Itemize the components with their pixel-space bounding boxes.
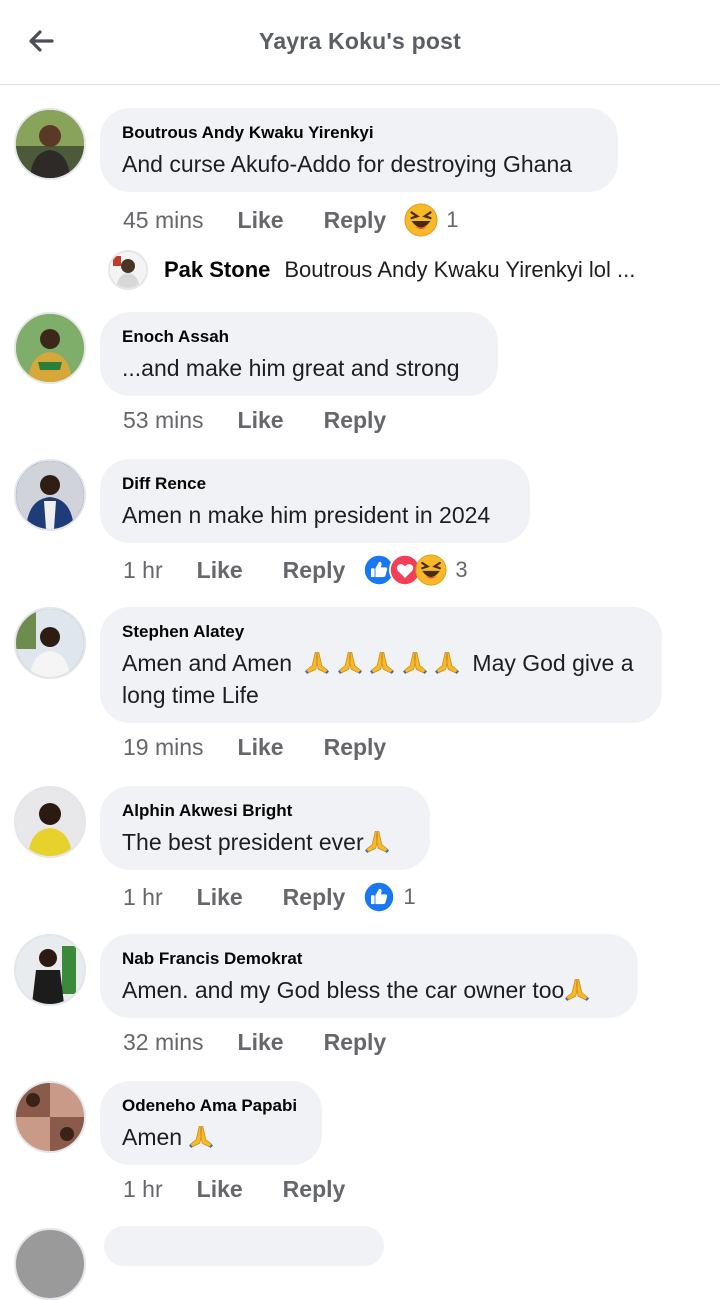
comment-bubble: Boutrous Andy Kwaku Yirenkyi And curse A…: [100, 108, 618, 192]
folded-hands-icon: [338, 650, 362, 674]
reaction-summary[interactable]: 3: [363, 554, 468, 586]
profile-photo-icon: [16, 1083, 84, 1151]
reply-preview[interactable]: Pak Stone Boutrous Andy Kwaku Yirenkyi l…: [108, 250, 635, 290]
comment-text-start: Amen and Amen: [122, 650, 293, 676]
reply-text: Boutrous Andy Kwaku Yirenkyi lol ...: [284, 257, 636, 282]
like-button[interactable]: Like: [238, 1029, 284, 1056]
avatar[interactable]: [108, 250, 148, 290]
like-button[interactable]: Like: [238, 407, 284, 434]
reaction-summary[interactable]: 1: [404, 203, 458, 237]
commenter-name[interactable]: Alphin Akwesi Bright: [122, 801, 408, 821]
comment-text: ...and make him great and strong: [122, 355, 460, 381]
reply-button[interactable]: Reply: [324, 1029, 387, 1056]
folded-hands-icon: [370, 650, 394, 674]
commenter-name[interactable]: Diff Rence: [122, 474, 508, 494]
avatar[interactable]: [14, 786, 86, 858]
comment-time[interactable]: 1 hr: [123, 884, 163, 911]
profile-photo-icon: [16, 609, 84, 677]
commenter-name[interactable]: Nab Francis Demokrat: [122, 949, 616, 969]
like-button[interactable]: Like: [197, 884, 243, 911]
profile-photo-icon: [16, 788, 84, 856]
comment-text: The best president ever: [122, 829, 390, 855]
avatar[interactable]: [14, 934, 86, 1006]
like-reaction-icon: [363, 881, 395, 913]
comment-text-body: The best president ever: [122, 829, 364, 855]
folded-hands-icon: [189, 1124, 213, 1148]
comment-text: Amen and Amen May God give a long time L…: [122, 647, 640, 711]
avatar[interactable]: [14, 1081, 86, 1153]
comment-text-end: long time Life: [122, 682, 259, 708]
like-button[interactable]: Like: [238, 207, 284, 234]
reply-author[interactable]: Pak Stone: [164, 257, 270, 283]
comment-time[interactable]: 45 mins: [123, 207, 204, 234]
comment-time[interactable]: 1 hr: [123, 1176, 163, 1203]
folded-hands-icon: [403, 650, 427, 674]
reply-button[interactable]: Reply: [283, 1176, 346, 1203]
commenter-name[interactable]: Enoch Assah: [122, 327, 476, 347]
reply-button[interactable]: Reply: [283, 884, 346, 911]
folded-hands-icon: [365, 829, 389, 853]
comment-bubble: Enoch Assah ...and make him great and st…: [100, 312, 498, 396]
comment-text-body: Amen. and my God bless the car owner too: [122, 977, 565, 1003]
reply-button[interactable]: Reply: [324, 207, 387, 234]
comment-bubble: Diff Rence Amen n make him president in …: [100, 459, 530, 543]
comment-bubble: [104, 1226, 384, 1266]
comment-actions: 1 hr Like Reply: [123, 1176, 385, 1203]
profile-photo-icon: [16, 461, 84, 529]
comment-actions: 53 mins Like Reply: [123, 407, 426, 434]
like-button[interactable]: Like: [197, 1176, 243, 1203]
comment-bubble: Nab Francis Demokrat Amen. and my God bl…: [100, 934, 638, 1018]
like-button[interactable]: Like: [197, 557, 243, 584]
comment-bubble: Odeneho Ama Papabi Amen: [100, 1081, 322, 1165]
comment-bubble: Alphin Akwesi Bright The best president …: [100, 786, 430, 870]
reaction-summary[interactable]: 1: [363, 881, 416, 913]
comment-bubble: Stephen Alatey Amen and Amen May God giv…: [100, 607, 662, 723]
page-title: Yayra Koku's post: [259, 28, 461, 54]
comment-text: And curse Akufo-Addo for destroying Ghan…: [122, 151, 573, 177]
comment-text: Amen: [122, 1124, 214, 1150]
folded-hands-icon: [305, 650, 329, 674]
reply-button[interactable]: Reply: [324, 407, 387, 434]
comment-time[interactable]: 19 mins: [123, 734, 204, 761]
avatar[interactable]: [14, 1228, 86, 1300]
comment-text: Amen. and my God bless the car owner too: [122, 977, 590, 1003]
profile-photo-icon: [16, 936, 84, 1004]
reply-button[interactable]: Reply: [324, 734, 387, 761]
comment-actions: 32 mins Like Reply: [123, 1029, 426, 1056]
reaction-count: 1: [403, 884, 416, 909]
reaction-count: 1: [446, 207, 459, 232]
commenter-name[interactable]: Odeneho Ama Papabi: [122, 1096, 300, 1116]
comment-actions: 19 mins Like Reply: [123, 734, 426, 761]
comment-text: Amen n make him president in 2024: [122, 502, 491, 528]
reply-button[interactable]: Reply: [283, 557, 346, 584]
comment-time[interactable]: 53 mins: [123, 407, 204, 434]
comment-time[interactable]: 32 mins: [123, 1029, 204, 1056]
comment-text-body: Amen: [122, 1124, 183, 1150]
haha-reaction-icon: [404, 203, 438, 237]
folded-hands-icon: [435, 650, 459, 674]
avatar[interactable]: [14, 108, 86, 180]
reaction-count: 3: [455, 557, 468, 582]
avatar[interactable]: [14, 459, 86, 531]
commenter-name[interactable]: Stephen Alatey: [122, 622, 640, 642]
comment-text-mid: May God give a: [472, 650, 634, 676]
folded-hands-icon: [565, 977, 589, 1001]
comment-time[interactable]: 1 hr: [123, 557, 163, 584]
profile-photo-icon: [110, 252, 146, 288]
comment-actions: 1 hr Like Reply 3: [123, 554, 468, 586]
comment-actions: 1 hr Like Reply 1: [123, 881, 416, 913]
avatar[interactable]: [14, 312, 86, 384]
comment-actions: 45 mins Like Reply 1: [123, 203, 458, 237]
profile-photo-icon: [16, 314, 84, 382]
top-bar: Yayra Koku's post: [0, 0, 720, 85]
commenter-name[interactable]: Boutrous Andy Kwaku Yirenkyi: [122, 123, 596, 143]
haha-reaction-icon: [415, 554, 447, 586]
prayer-emojis: [304, 650, 466, 676]
avatar[interactable]: [14, 607, 86, 679]
profile-photo-icon: [16, 110, 84, 178]
like-button[interactable]: Like: [238, 734, 284, 761]
